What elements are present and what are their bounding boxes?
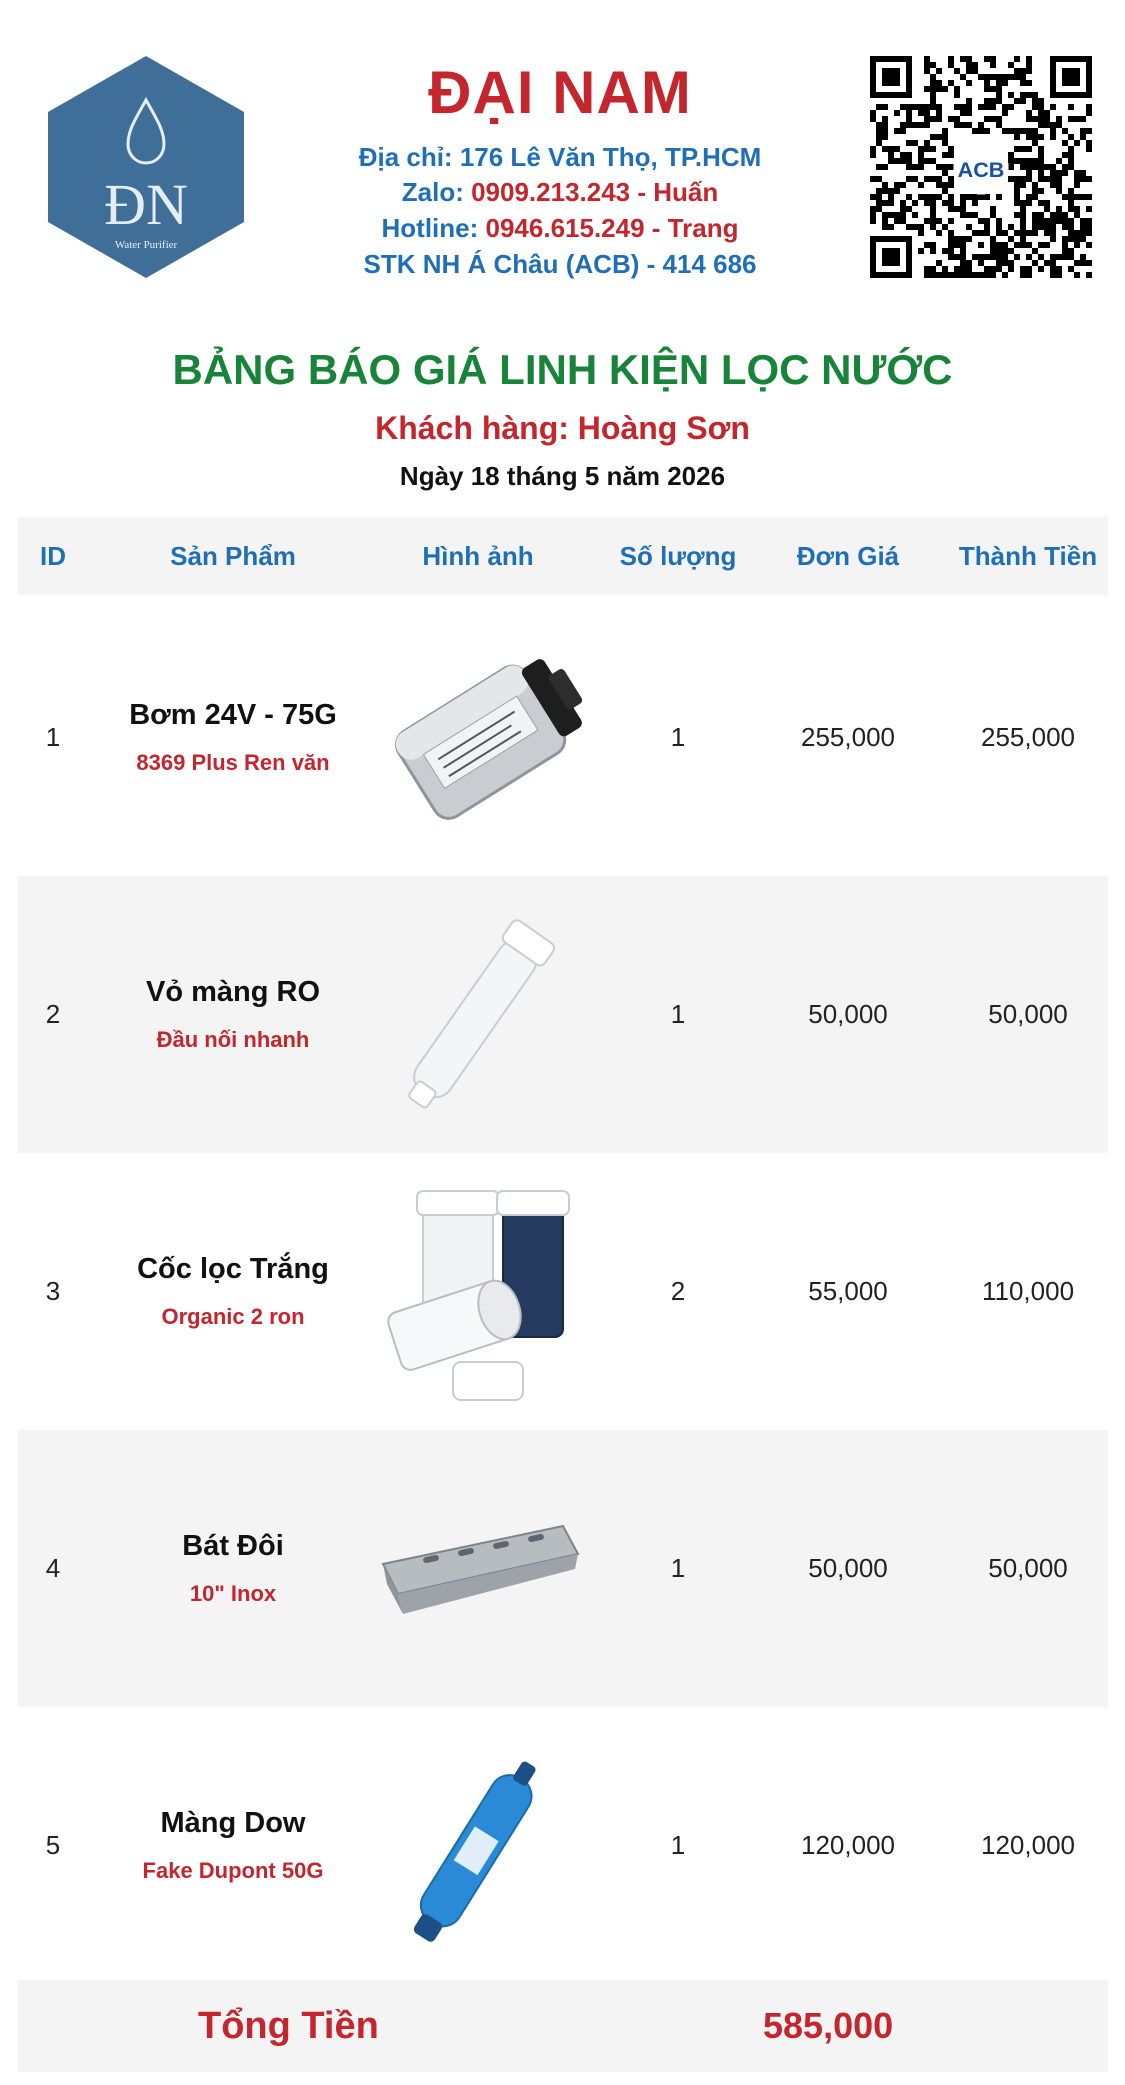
row-id: 5 <box>45 1830 61 1860</box>
logo-monogram: ĐN <box>104 172 188 237</box>
header-quantity: Số lượng <box>619 541 737 571</box>
membrane-image <box>413 1761 536 1942</box>
header-image: Hình ảnh <box>422 541 534 571</box>
brand-name: ĐẠI NAM <box>428 59 692 126</box>
product-desc: 10" Inox <box>189 1581 277 1606</box>
row-quantity: 1 <box>670 722 686 752</box>
zalo-line: Zalo: 0909.213.243 - Huấn <box>401 177 719 207</box>
row-total: 120,000 <box>981 1830 1075 1860</box>
row-id: 1 <box>45 722 61 752</box>
quote-date: Ngày 18 tháng 5 năm 2026 <box>399 461 726 491</box>
row-total: 110,000 <box>981 1276 1075 1306</box>
grand-total-row: Tổng Tiền 585,000 <box>18 1980 1108 2072</box>
hotline-line: Hotline: 0946.615.249 - Trang <box>381 213 739 243</box>
table-row: 3 Cốc lọc Trắng Organic 2 ron 2 55,000 1… <box>18 1153 1108 1430</box>
row-unit-price: 50,000 <box>808 1553 888 1583</box>
header-total: Thành Tiền <box>958 541 1098 571</box>
row-unit-price: 120,000 <box>801 1830 895 1860</box>
product-cell: Vỏ màng RO Đầu nối nhanh <box>88 876 378 1153</box>
product-name: Bát Đôi <box>182 1530 284 1562</box>
product-desc: 8369 Plus Ren văn <box>136 750 330 775</box>
header-id: ID <box>40 541 66 571</box>
payment-qr-code: ACB <box>870 56 1092 278</box>
grand-total-value: 585,000 <box>763 2005 894 2046</box>
product-name: Bơm 24V - 75G <box>129 699 337 731</box>
document-title: BẢNG BÁO GIÁ LINH KIỆN LỌC NƯỚC <box>172 346 953 393</box>
row-quantity: 1 <box>670 1830 686 1860</box>
row-unit-price: 50,000 <box>808 999 888 1029</box>
table-row: 5 Màng Dow Fake Dupont 50G 1 120,000 120… <box>18 1707 1108 1984</box>
table-row: 4 Bát Đôi 10" Inox 1 50,000 50,000 <box>18 1430 1108 1707</box>
product-image-cell <box>348 1153 608 1430</box>
bank-line: STK NH Á Châu (ACB) - 414 686 <box>363 249 757 279</box>
row-quantity: 1 <box>670 999 686 1029</box>
product-desc: Đầu nối nhanh <box>156 1027 310 1052</box>
header-product: Sản Phẩm <box>170 541 296 571</box>
product-desc: Fake Dupont 50G <box>142 1858 324 1883</box>
table-row: 2 Vỏ màng RO Đầu nối nhanh 1 50,000 50,0… <box>18 876 1108 1153</box>
ro-housing-image <box>408 918 556 1108</box>
row-unit-price: 55,000 <box>808 1276 888 1306</box>
row-unit-price: 255,000 <box>801 722 895 752</box>
product-image-cell <box>348 1430 608 1707</box>
product-desc: Organic 2 ron <box>161 1304 305 1329</box>
customer-name: Khách hàng: Hoàng Sơn <box>375 410 750 446</box>
product-cell: Màng Dow Fake Dupont 50G <box>88 1707 378 1984</box>
product-name: Màng Dow <box>160 1807 306 1839</box>
product-image-cell <box>348 1707 608 1984</box>
row-total: 50,000 <box>988 999 1068 1029</box>
product-name: Vỏ màng RO <box>145 976 320 1008</box>
product-image-cell <box>348 876 608 1153</box>
company-logo: ĐN Water Purifier <box>48 56 244 278</box>
logo-tagline: Water Purifier <box>115 239 178 251</box>
pump-image <box>395 658 583 820</box>
row-quantity: 2 <box>670 1276 686 1306</box>
row-id: 4 <box>45 1553 61 1583</box>
table-row: 1 Bơm 24V - 75G 8369 Plus Ren văn 1 255,… <box>18 599 1108 876</box>
row-id: 3 <box>45 1276 61 1306</box>
filter-housing-image <box>387 1189 570 1401</box>
address-line: Địa chỉ: 176 Lê Văn Thọ, TP.HCM <box>358 142 762 172</box>
row-total: 50,000 <box>988 1553 1068 1583</box>
row-total: 255,000 <box>981 722 1075 752</box>
product-cell: Bát Đôi 10" Inox <box>88 1430 378 1707</box>
product-cell: Cốc lọc Trắng Organic 2 ron <box>88 1153 378 1430</box>
qr-bank-badge: ACB <box>958 157 1005 182</box>
bracket-image <box>381 1524 580 1614</box>
product-image-cell <box>348 599 608 876</box>
table-header: ID Sản Phẩm Hình ảnh Số lượng Đơn Giá Th… <box>18 517 1108 595</box>
row-quantity: 1 <box>670 1553 686 1583</box>
grand-total-label: Tổng Tiền <box>198 2005 379 2047</box>
product-name: Cốc lọc Trắng <box>137 1253 329 1285</box>
row-id: 2 <box>45 999 61 1029</box>
header-unit-price: Đơn Giá <box>796 541 900 571</box>
product-cell: Bơm 24V - 75G 8369 Plus Ren văn <box>88 599 378 876</box>
